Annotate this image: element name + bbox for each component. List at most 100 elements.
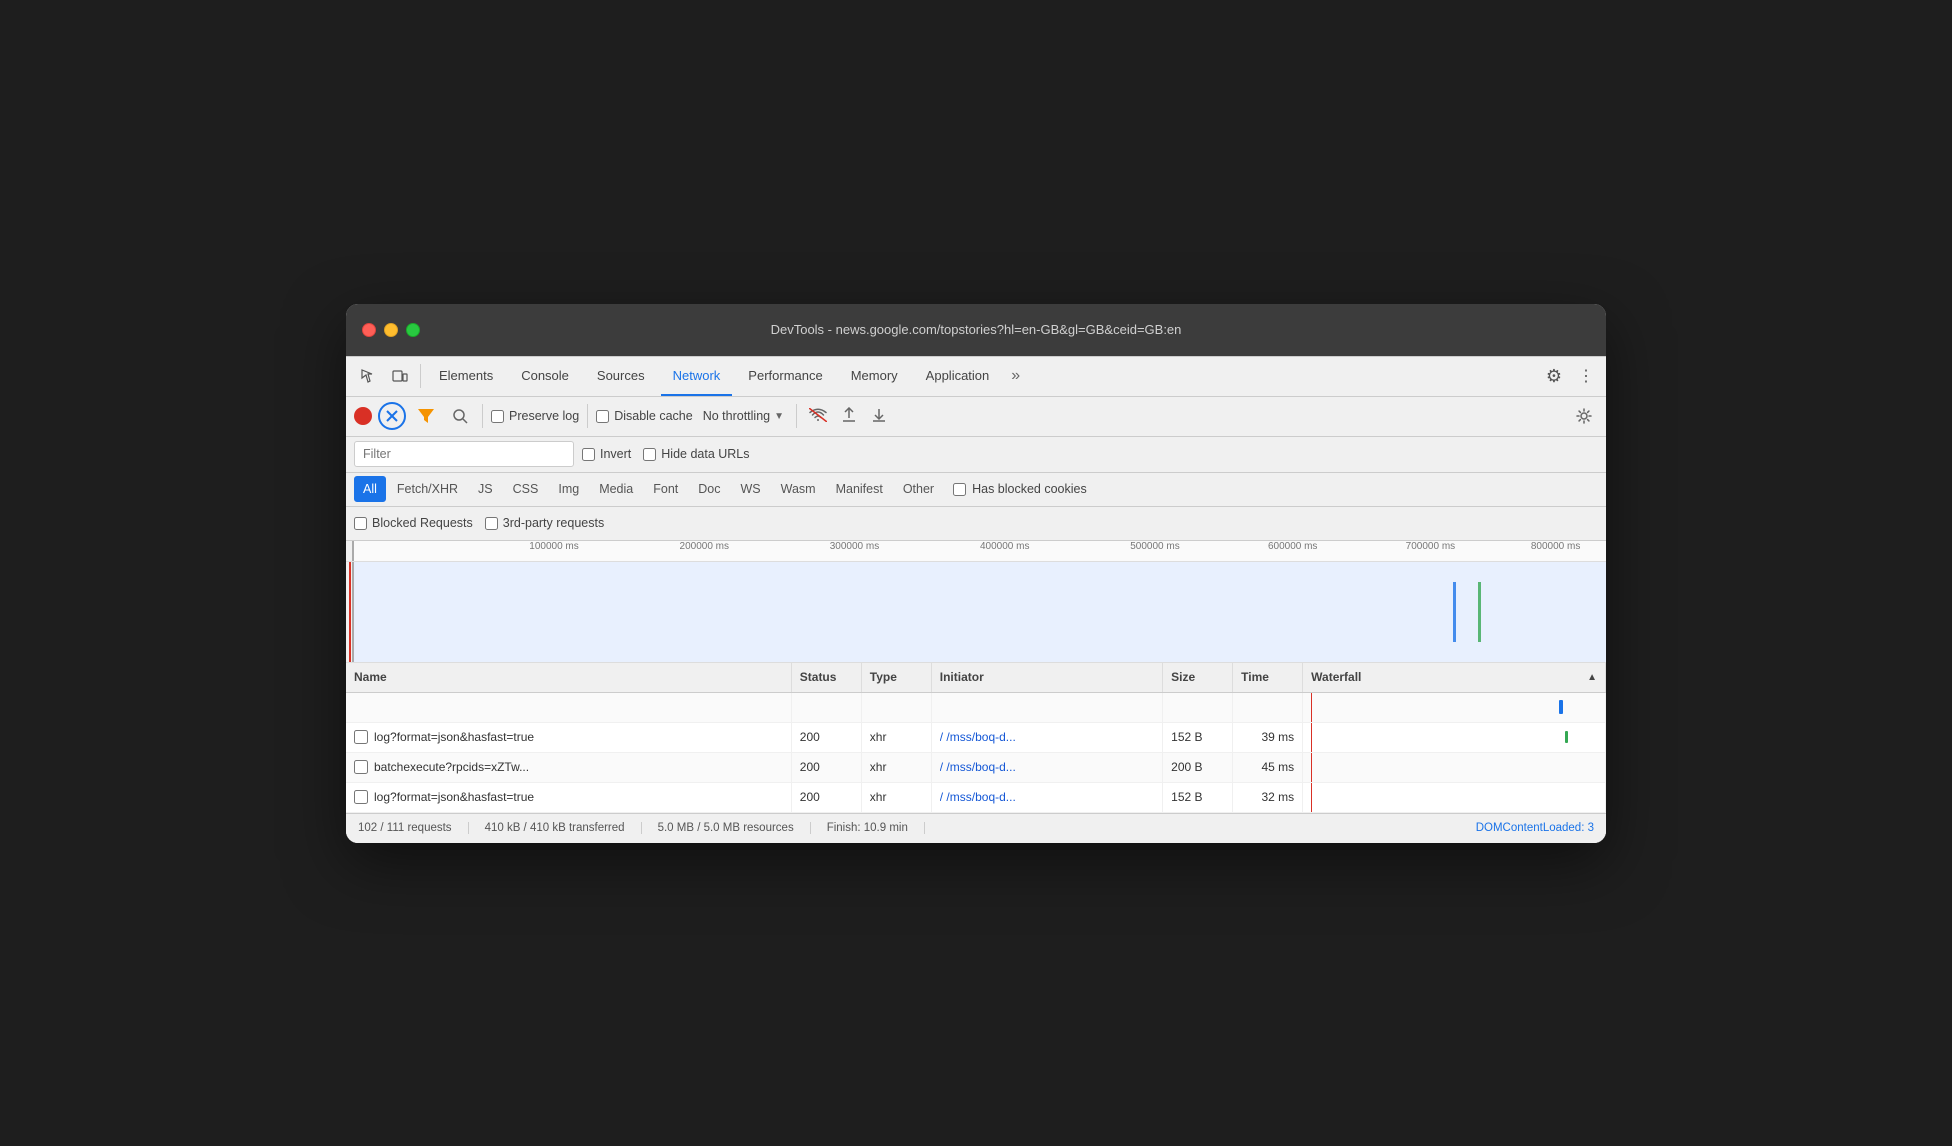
- record-button[interactable]: [354, 407, 372, 425]
- td-type-1: xhr: [862, 753, 932, 782]
- close-button[interactable]: [362, 323, 376, 337]
- tab-application[interactable]: Application: [914, 356, 1002, 396]
- initiator-link-0[interactable]: / /mss/boq-d...: [940, 730, 1016, 744]
- timeline-wf-bar-2: [1478, 582, 1481, 642]
- td-size-empty: [1163, 693, 1233, 722]
- device-toolbar-icon[interactable]: [386, 362, 414, 390]
- devtools-body: Elements Console Sources Network Perform…: [346, 356, 1606, 843]
- tab-sources[interactable]: Sources: [585, 356, 657, 396]
- initiator-link-2[interactable]: / /mss/boq-d...: [940, 790, 1016, 804]
- row-checkbox-2[interactable]: [354, 790, 368, 804]
- preserve-log-checkbox[interactable]: Preserve log: [491, 409, 579, 423]
- td-waterfall-1: [1303, 753, 1606, 782]
- type-filter-js[interactable]: JS: [469, 476, 502, 502]
- network-toolbar-divider-1: [482, 404, 483, 428]
- window-title: DevTools - news.google.com/topstories?hl…: [771, 322, 1182, 337]
- hide-data-urls-checkbox[interactable]: Hide data URLs: [643, 447, 749, 461]
- type-filter-other[interactable]: Other: [894, 476, 943, 502]
- type-filter-doc[interactable]: Doc: [689, 476, 729, 502]
- timeline-header-row: 100000 ms 200000 ms 300000 ms 400000 ms …: [346, 541, 1606, 562]
- import-icon[interactable]: [837, 407, 861, 426]
- timeline-ticks: 100000 ms 200000 ms 300000 ms 400000 ms …: [354, 541, 1606, 561]
- invert-checkbox[interactable]: Invert: [582, 447, 631, 461]
- sort-arrow-icon: ▲: [1587, 672, 1597, 683]
- td-status-1: 200: [792, 753, 862, 782]
- devtools-settings-button[interactable]: ⚙: [1538, 360, 1570, 392]
- network-toolbar-divider-3: [796, 404, 797, 428]
- type-filter-manifest[interactable]: Manifest: [827, 476, 892, 502]
- devtools-window: DevTools - news.google.com/topstories?hl…: [346, 304, 1606, 843]
- th-size[interactable]: Size: [1163, 663, 1233, 692]
- td-time-empty: [1233, 693, 1303, 722]
- td-time-0: 39 ms: [1233, 723, 1303, 752]
- filter-bar: Invert Hide data URLs: [346, 437, 1606, 473]
- tab-elements[interactable]: Elements: [427, 356, 505, 396]
- network-settings-button[interactable]: [1570, 402, 1598, 430]
- more-tabs-button[interactable]: »: [1005, 356, 1026, 396]
- tick-200k: 200000 ms: [680, 541, 729, 552]
- network-conditions-icon[interactable]: [805, 408, 831, 425]
- initiator-link-1[interactable]: / /mss/boq-d...: [940, 760, 1016, 774]
- filter-input[interactable]: [354, 441, 574, 467]
- status-bar: 102 / 111 requests 410 kB / 410 kB trans…: [346, 813, 1606, 843]
- filter-button[interactable]: [412, 402, 440, 430]
- tick-600k: 600000 ms: [1268, 541, 1317, 552]
- th-waterfall[interactable]: Waterfall ▲: [1303, 663, 1606, 692]
- timeline-wf-bar-1: [1453, 582, 1456, 642]
- row-checkbox-0[interactable]: [354, 730, 368, 744]
- throttle-arrow-icon: ▼: [774, 411, 784, 422]
- type-filter-css[interactable]: CSS: [504, 476, 548, 502]
- maximize-button[interactable]: [406, 323, 420, 337]
- type-filter-media[interactable]: Media: [590, 476, 642, 502]
- has-blocked-cookies-filter[interactable]: Has blocked cookies: [953, 482, 1087, 496]
- search-button[interactable]: [446, 402, 474, 430]
- td-size-2: 152 B: [1163, 783, 1233, 812]
- th-status[interactable]: Status: [792, 663, 862, 692]
- tab-network[interactable]: Network: [661, 356, 733, 396]
- table-row-empty[interactable]: [346, 693, 1606, 723]
- type-filter-fetch-xhr[interactable]: Fetch/XHR: [388, 476, 467, 502]
- td-type-2: xhr: [862, 783, 932, 812]
- disable-cache-checkbox[interactable]: Disable cache: [596, 409, 693, 423]
- tab-performance[interactable]: Performance: [736, 356, 834, 396]
- tab-console[interactable]: Console: [509, 356, 581, 396]
- type-filter-ws[interactable]: WS: [731, 476, 769, 502]
- row-checkbox-1[interactable]: [354, 760, 368, 774]
- devtools-menu-button[interactable]: ⋮: [1574, 360, 1598, 392]
- th-initiator[interactable]: Initiator: [932, 663, 1163, 692]
- clear-button[interactable]: [378, 402, 406, 430]
- table-row[interactable]: log?format=json&hasfast=true 200 xhr / /…: [346, 783, 1606, 813]
- td-initiator-empty: [932, 693, 1163, 722]
- td-name-1: batchexecute?rpcids=xZTw...: [346, 753, 792, 782]
- table-row[interactable]: batchexecute?rpcids=xZTw... 200 xhr / /m…: [346, 753, 1606, 783]
- td-status-0: 200: [792, 723, 862, 752]
- inspector-icon[interactable]: [354, 362, 382, 390]
- type-filter-bar: All Fetch/XHR JS CSS Img Media Font Doc: [346, 473, 1606, 507]
- transferred-size: 410 kB / 410 kB transferred: [485, 822, 642, 834]
- td-time-2: 32 ms: [1233, 783, 1303, 812]
- type-filter-img[interactable]: Img: [549, 476, 588, 502]
- export-icon[interactable]: [867, 407, 891, 426]
- tick-100k: 100000 ms: [529, 541, 578, 552]
- main-toolbar: Elements Console Sources Network Perform…: [346, 357, 1606, 397]
- tick-400k: 400000 ms: [980, 541, 1029, 552]
- tick-800k: 800000 ms: [1531, 541, 1580, 552]
- th-type[interactable]: Type: [862, 663, 932, 692]
- table-row[interactable]: log?format=json&hasfast=true 200 xhr / /…: [346, 723, 1606, 753]
- td-initiator-0: / /mss/boq-d...: [932, 723, 1163, 752]
- throttle-select[interactable]: No throttling ▼: [699, 409, 788, 423]
- th-time[interactable]: Time: [1233, 663, 1303, 692]
- third-party-checkbox[interactable]: 3rd-party requests: [485, 516, 604, 530]
- tick-300k: 300000 ms: [830, 541, 879, 552]
- td-name-0: log?format=json&hasfast=true: [346, 723, 792, 752]
- blocked-requests-checkbox[interactable]: Blocked Requests: [354, 516, 473, 530]
- minimize-button[interactable]: [384, 323, 398, 337]
- timeline-waterfall-row: [346, 562, 1606, 663]
- td-name-empty: [346, 693, 792, 722]
- timeline-red-bar: [349, 562, 351, 662]
- type-filter-font[interactable]: Font: [644, 476, 687, 502]
- type-filter-all[interactable]: All: [354, 476, 386, 502]
- type-filter-wasm[interactable]: Wasm: [772, 476, 825, 502]
- tab-memory[interactable]: Memory: [839, 356, 910, 396]
- th-name[interactable]: Name: [346, 663, 792, 692]
